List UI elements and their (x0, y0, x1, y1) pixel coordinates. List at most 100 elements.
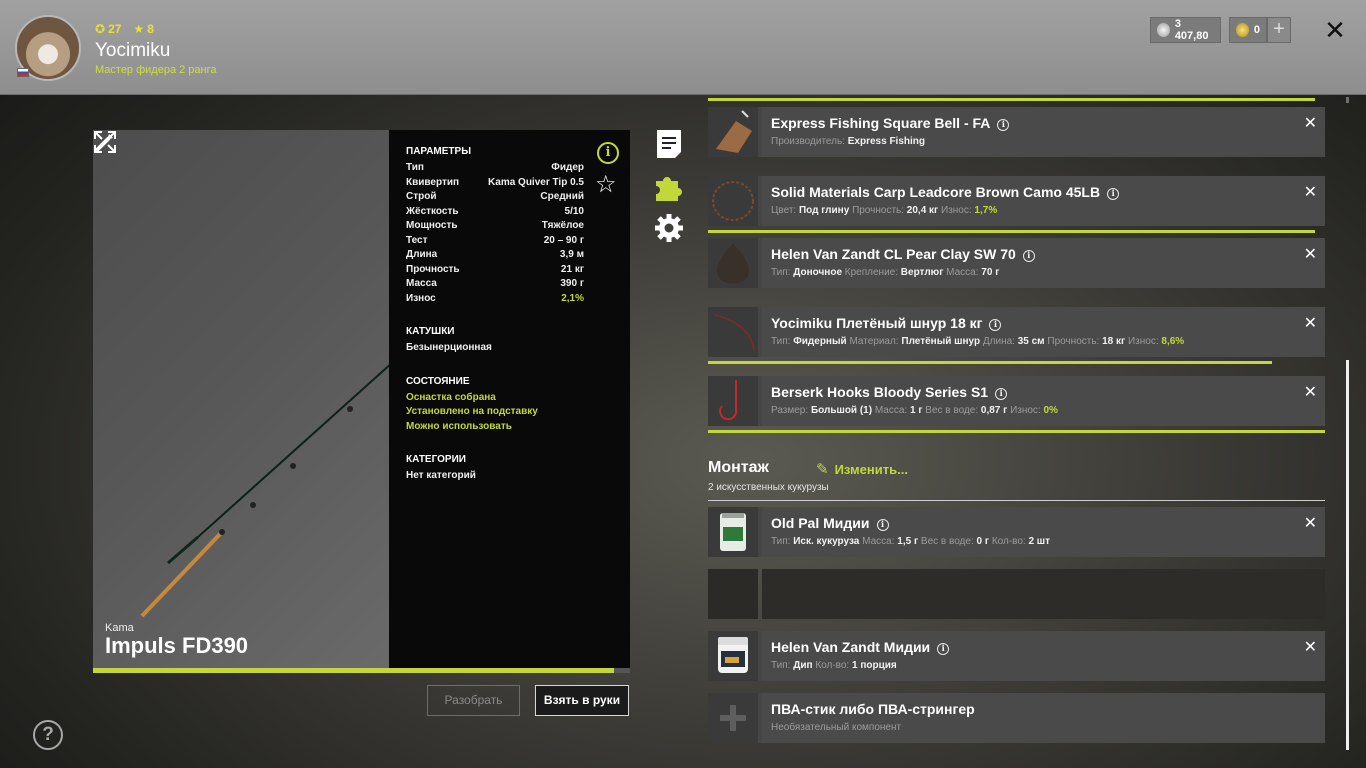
remove-item-button[interactable]: ✕ (1304, 513, 1317, 533)
remove-item-button[interactable]: ✕ (1304, 382, 1317, 402)
optional-slot[interactable]: ПВА-стик либо ПВА-стрингер Необязательны… (708, 693, 1325, 743)
info-icon[interactable]: i (937, 643, 950, 655)
item-name: Helen Van Zandt CL Pear Clay SW 70 i (771, 246, 1035, 262)
condition-bar-fill (93, 668, 614, 673)
info-icon[interactable]: i (1022, 250, 1035, 262)
list-item[interactable]: Yocimiku Плетёный шнур 18 кг i Тип: Фидер… (708, 307, 1325, 357)
item-image (708, 507, 758, 557)
param-label: Тест (406, 234, 428, 246)
disassemble-button[interactable]: Разобрать (427, 685, 520, 716)
categories-title: КАТЕГОРИИ (406, 454, 466, 465)
item-name: Helen Van Zandt Мидии i (771, 639, 950, 655)
item-props: Цвет: Под глину Прочность: 20,4 кг Износ… (771, 205, 998, 216)
info-icon[interactable]: i (997, 119, 1010, 131)
flag-icon (17, 68, 29, 77)
param-label: Жёсткость (406, 205, 459, 217)
info-icon[interactable]: i (995, 388, 1008, 400)
param-value: 3,9 м (559, 249, 584, 260)
level-stat: ✪ 27 (95, 22, 122, 36)
favorite-star-icon[interactable]: ☆ (595, 172, 617, 198)
param-label: Длина (406, 249, 438, 260)
state-title: СОСТОЯНИЕ (406, 375, 470, 387)
param-row: Квивертип Kama Quiver Tip 0.5 (406, 176, 584, 191)
edit-mount-button[interactable]: ✎ Изменить... (816, 460, 908, 478)
scroll-track-top (1346, 97, 1349, 103)
info-icon[interactable]: i (597, 142, 619, 164)
close-icon: ✕ (1324, 15, 1346, 45)
close-button[interactable]: ✕ (1322, 15, 1348, 45)
param-label: Квивертип (406, 176, 460, 188)
param-label: Износ (406, 292, 436, 304)
param-label: Строй (406, 191, 437, 202)
player-stats: ✪ 27 ★ 8 (95, 22, 154, 36)
puzzle-icon[interactable] (654, 172, 684, 202)
item-props: Производитель: Express Fishing (771, 136, 925, 147)
param-row: Строй Средний (406, 190, 584, 205)
list-item[interactable]: Express Fishing Square Bell - FA i Произв… (708, 107, 1325, 157)
gear-icon[interactable] (654, 213, 684, 243)
param-value: Фидер (551, 162, 584, 173)
remove-item-button[interactable]: ✕ (1304, 113, 1317, 133)
param-value: 390 г (560, 278, 584, 289)
param-label: Тип (406, 162, 424, 173)
separator (708, 98, 1315, 101)
item-props: Тип: Доночное Крепление: Вертлюг Масса: … (771, 267, 1000, 278)
item-name: Solid Materials Carp Leadcore Brown Camo… (771, 184, 1120, 200)
item-name: Old Pal Мидии i (771, 515, 889, 531)
param-label: Мощность (406, 220, 458, 231)
scrollbar[interactable] (1346, 360, 1349, 750)
document-icon[interactable] (654, 129, 684, 159)
info-icon[interactable]: i (1107, 188, 1120, 200)
param-value: 20 – 90 г (543, 234, 584, 246)
item-image (708, 631, 758, 681)
param-row: Масса 390 г (406, 277, 584, 292)
take-in-hands-button[interactable]: Взять в руки (535, 685, 629, 716)
gold-balance: 0 (1229, 17, 1267, 43)
list-item[interactable]: Solid Materials Carp Leadcore Brown Camo… (708, 176, 1325, 226)
edit-icon: ✎ (816, 461, 829, 478)
top-bar: ✪ 27 ★ 8 Yocimiku Мастер фидера 2 ранга 3 … (0, 0, 1366, 95)
list-item[interactable]: Berserk Hooks Bloody Series S1 i Размер: … (708, 376, 1325, 426)
item-props: Тип: Дип Кол-во: 1 порция (771, 660, 897, 671)
state-line: Установлено на подставку (406, 406, 538, 417)
state-line: Оснастка собрана (406, 391, 496, 403)
reels-value: Безынерционная (406, 342, 492, 353)
silver-coin-icon (1157, 23, 1170, 37)
item-image (708, 107, 758, 157)
remove-item-button[interactable]: ✕ (1304, 637, 1317, 657)
username: Yocimiku (95, 40, 171, 61)
player-rank: Мастер фидера 2 ранга (95, 64, 217, 76)
param-value: Средний (540, 191, 584, 202)
remove-item-button[interactable]: ✕ (1304, 182, 1317, 202)
info-icon[interactable]: i (876, 519, 889, 531)
help-icon[interactable]: ? (33, 720, 63, 750)
info-icon[interactable]: i (989, 319, 1002, 331)
rod-model: Impuls FD390 (105, 633, 249, 658)
param-value: Тяжёлое (541, 220, 584, 231)
param-value: 5/10 (564, 205, 584, 217)
empty-slot[interactable] (708, 569, 1325, 619)
rod-preview[interactable]: Kama Impuls FD390 (93, 130, 389, 668)
item-image (708, 176, 758, 226)
item-props: Размер: Большой (1) Масса: 1 г Вес в вод… (771, 405, 1058, 416)
remove-item-button[interactable]: ✕ (1304, 313, 1317, 333)
separator (708, 230, 1315, 233)
add-icon (720, 705, 746, 731)
add-gold-button[interactable]: + (1267, 17, 1291, 43)
param-value: Kama Quiver Tip 0.5 (488, 176, 584, 188)
remove-item-button[interactable]: ✕ (1304, 244, 1317, 264)
mount-subtitle: 2 искусственных кукурузы (708, 482, 829, 493)
state-line: Можно использовать (406, 420, 512, 432)
param-value: 21 кг (560, 263, 584, 275)
item-name: Express Fishing Square Bell - FA i (771, 115, 1010, 131)
list-item[interactable]: Helen Van Zandt CL Pear Clay SW 70 i Тип:… (708, 238, 1325, 288)
item-image (708, 376, 758, 426)
reels-title: КАТУШКИ (406, 326, 455, 337)
wand-icon[interactable] (93, 130, 117, 154)
param-row: Длина 3,9 м (406, 248, 584, 263)
list-item[interactable]: Old Pal Мидии i Тип: Иск. кукуруза Масса:… (708, 507, 1325, 557)
coin-ring-icon: ✪ (95, 22, 106, 36)
gold-coin-icon (1236, 23, 1249, 37)
silver-balance: 3 407,80 (1150, 17, 1221, 43)
list-item[interactable]: Helen Van Zandt Мидии i Тип: Дип Кол-во: … (708, 631, 1325, 681)
